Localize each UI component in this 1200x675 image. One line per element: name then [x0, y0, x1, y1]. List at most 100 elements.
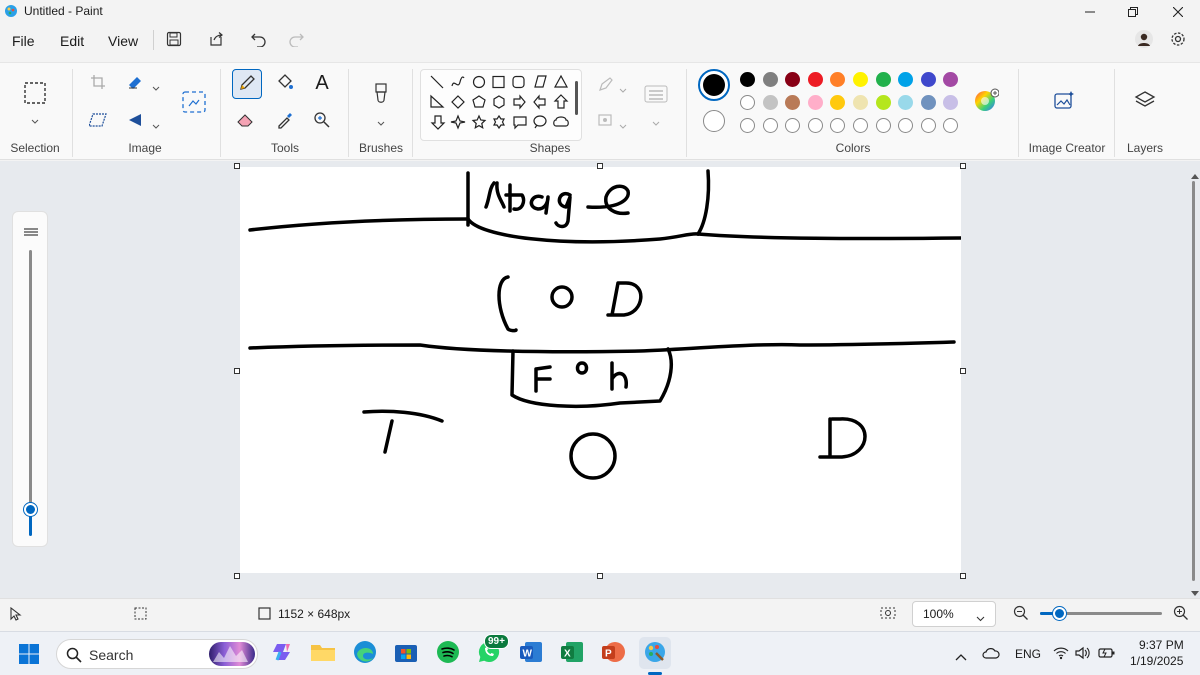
- zoom-level-select[interactable]: 100%: [912, 601, 996, 627]
- menu-file[interactable]: File: [12, 33, 35, 49]
- color-swatch[interactable]: [807, 95, 823, 110]
- paint-app-active[interactable]: [639, 637, 671, 669]
- settings-button[interactable]: [1166, 28, 1190, 52]
- skew-button[interactable]: [84, 107, 112, 135]
- brushes-button[interactable]: [366, 79, 396, 113]
- wifi-icon[interactable]: [1053, 646, 1069, 663]
- powerpoint-app[interactable]: P: [600, 640, 626, 666]
- share-button[interactable]: [204, 28, 228, 52]
- edit-colors-button[interactable]: [972, 87, 1000, 115]
- image-resize-button[interactable]: [178, 87, 210, 119]
- brush-size-slider-thumb[interactable]: [24, 503, 37, 516]
- selection-button[interactable]: [20, 77, 50, 111]
- resize-handle-bottom-right[interactable]: [960, 573, 966, 579]
- chevron-down-icon[interactable]: [652, 115, 660, 130]
- spotify-app[interactable]: [435, 640, 461, 666]
- color-swatch[interactable]: [853, 72, 868, 87]
- resize-button[interactable]: [122, 69, 150, 97]
- chevron-down-icon[interactable]: [152, 118, 160, 133]
- language-indicator[interactable]: ENG: [1015, 647, 1041, 661]
- redo-button[interactable]: [284, 28, 308, 52]
- color-swatch[interactable]: [785, 72, 801, 87]
- restore-button[interactable]: [1111, 0, 1155, 24]
- chevron-up-icon[interactable]: [955, 649, 967, 664]
- resize-handle-top-left[interactable]: [234, 163, 240, 169]
- taskbar-search[interactable]: Search: [56, 639, 258, 669]
- battery-icon[interactable]: [1098, 646, 1116, 663]
- copilot-app[interactable]: [270, 640, 296, 666]
- color-swatch[interactable]: [898, 72, 914, 87]
- layers-button[interactable]: [1131, 87, 1159, 115]
- color-swatch[interactable]: [807, 72, 823, 87]
- fill-shape-button[interactable]: [592, 107, 620, 135]
- color-swatch[interactable]: [875, 72, 891, 87]
- clock-date[interactable]: 1/19/2025: [1130, 654, 1183, 668]
- windows-start-icon[interactable]: [18, 643, 40, 668]
- resize-handle-left[interactable]: [234, 368, 240, 374]
- minimize-button[interactable]: [1068, 0, 1112, 24]
- zoom-out-icon[interactable]: [1013, 605, 1029, 624]
- word-app[interactable]: W: [518, 640, 544, 666]
- shapes-grid-icon[interactable]: [421, 70, 583, 142]
- custom-color-slot[interactable]: [762, 118, 778, 133]
- zoom-slider-thumb[interactable]: [1053, 607, 1066, 620]
- color-swatch[interactable]: [920, 72, 936, 87]
- fill-tool[interactable]: [271, 69, 299, 97]
- whatsapp-app[interactable]: 99+: [476, 634, 509, 666]
- color-swatch[interactable]: [943, 95, 959, 110]
- rotate-button[interactable]: [122, 107, 150, 135]
- color-swatch[interactable]: [943, 72, 959, 87]
- color-swatch[interactable]: [875, 95, 891, 110]
- color-swatch[interactable]: [853, 95, 868, 110]
- file-explorer-app[interactable]: [310, 640, 336, 666]
- fit-to-window-icon[interactable]: [880, 605, 896, 624]
- color-swatch[interactable]: [762, 95, 778, 110]
- chevron-down-icon[interactable]: [619, 118, 627, 133]
- menu-view[interactable]: View: [108, 33, 138, 49]
- color-swatch[interactable]: [830, 95, 846, 110]
- undo-button[interactable]: [247, 28, 271, 52]
- vertical-scrollbar[interactable]: [1189, 161, 1200, 598]
- color-swatch[interactable]: [898, 95, 914, 110]
- primary-color-swatch[interactable]: [698, 69, 730, 101]
- custom-color-slot[interactable]: [920, 118, 936, 133]
- color-swatch[interactable]: [740, 95, 755, 110]
- shape-size-button[interactable]: [642, 81, 670, 109]
- text-tool[interactable]: A: [308, 69, 336, 97]
- eraser-tool[interactable]: [232, 107, 260, 135]
- custom-color-slot[interactable]: [830, 118, 846, 133]
- color-swatch[interactable]: [762, 72, 778, 87]
- brush-size-slider-track[interactable]: [29, 250, 32, 530]
- chevron-down-icon[interactable]: [377, 115, 385, 130]
- volume-icon[interactable]: [1075, 646, 1091, 663]
- chevron-down-icon[interactable]: [152, 80, 160, 95]
- onedrive-icon[interactable]: [982, 646, 1000, 663]
- custom-color-slot[interactable]: [853, 118, 868, 133]
- secondary-color-swatch[interactable]: [703, 110, 725, 132]
- excel-app[interactable]: X: [559, 640, 585, 666]
- color-swatch[interactable]: [740, 72, 755, 87]
- image-creator-button[interactable]: [1050, 87, 1078, 115]
- edge-app[interactable]: [352, 640, 378, 666]
- microsoft-store-app[interactable]: [393, 640, 419, 666]
- save-button[interactable]: [162, 28, 186, 52]
- close-button[interactable]: [1156, 0, 1200, 24]
- color-swatch[interactable]: [785, 95, 801, 110]
- magnifier-tool[interactable]: [308, 107, 336, 135]
- menu-edit[interactable]: Edit: [60, 33, 84, 49]
- custom-color-slot[interactable]: [875, 118, 891, 133]
- chevron-down-icon[interactable]: [619, 82, 627, 97]
- scroll-up-icon[interactable]: [1191, 167, 1199, 182]
- account-avatar[interactable]: [1132, 28, 1156, 52]
- custom-color-slot[interactable]: [898, 118, 914, 133]
- custom-color-slot[interactable]: [943, 118, 959, 133]
- shapes-scrollbar[interactable]: [575, 81, 578, 115]
- color-picker-tool[interactable]: [271, 107, 299, 135]
- chevron-down-icon[interactable]: [31, 113, 39, 128]
- crop-button[interactable]: [84, 69, 112, 97]
- custom-color-slot[interactable]: [740, 118, 755, 133]
- clock-time[interactable]: 9:37 PM: [1139, 638, 1184, 652]
- zoom-in-icon[interactable]: [1173, 605, 1189, 624]
- custom-color-slot[interactable]: [807, 118, 823, 133]
- resize-handle-top[interactable]: [597, 163, 603, 169]
